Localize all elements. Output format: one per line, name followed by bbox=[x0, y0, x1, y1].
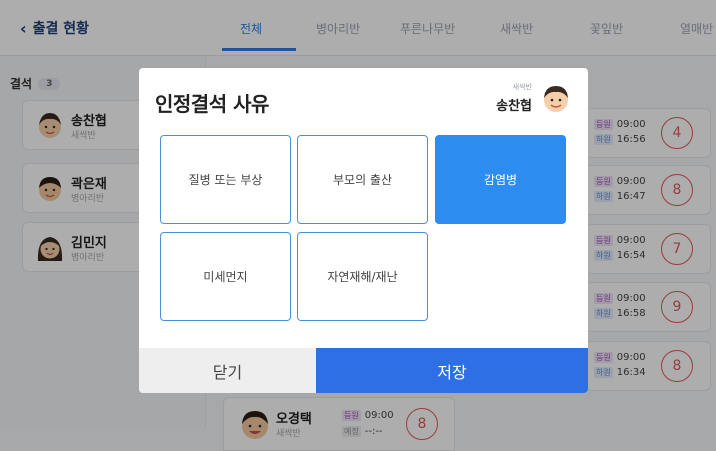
student-class: 새싹반 bbox=[512, 83, 532, 91]
reason-option[interactable]: 질병 또는 부상 bbox=[160, 135, 291, 224]
save-button[interactable]: 저장 bbox=[316, 348, 588, 393]
reason-option[interactable]: 자연재해/재난 bbox=[297, 232, 428, 321]
avatar bbox=[541, 83, 571, 119]
reason-option[interactable]: 부모의 출산 bbox=[297, 135, 428, 224]
close-button[interactable]: 닫기 bbox=[139, 348, 316, 393]
student-name: 송찬협 bbox=[496, 99, 532, 114]
excused-absence-dialog: 인정결석 사유 새싹반 송찬협 질병 또는 부상 부모의 출산 감염병 미세먼지… bbox=[139, 68, 588, 393]
reason-option-selected[interactable]: 감염병 bbox=[435, 135, 566, 224]
dialog-title: 인정결석 사유 bbox=[155, 92, 269, 116]
reason-option[interactable]: 미세먼지 bbox=[160, 232, 291, 321]
